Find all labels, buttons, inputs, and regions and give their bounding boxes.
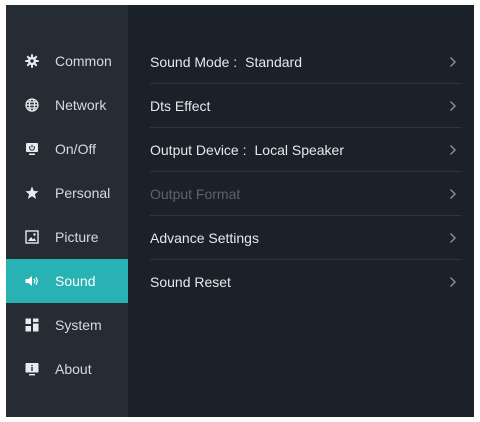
sound-settings-panel: Sound Mode : Standard Dts Effect Output … [128,5,474,417]
row-label: Advance Settings [150,229,259,246]
sidebar-item-common[interactable]: Common [6,39,128,83]
row-label: Output Device : [150,141,247,158]
sidebar-item-sound[interactable]: Sound [6,259,128,303]
row-label: Dts Effect [150,97,211,114]
chevron-right-icon [449,144,457,156]
row-label: Sound Reset [150,273,231,290]
settings-window: Common Network On/Off Personal Picture S… [6,5,474,417]
chevron-right-icon [449,276,457,288]
row-value: Standard [245,53,302,70]
sidebar-item-about[interactable]: About [6,347,128,391]
sidebar-item-label: Picture [55,229,99,245]
globe-icon [25,98,39,112]
chevron-right-icon [449,100,457,112]
sidebar-item-label: About [55,361,92,377]
system-grid-icon [25,318,39,332]
sidebar-item-system[interactable]: System [6,303,128,347]
advance-settings-row[interactable]: Advance Settings [150,216,461,260]
sidebar-item-personal[interactable]: Personal [6,171,128,215]
gear-icon [25,54,39,68]
sidebar-item-label: Personal [55,185,111,201]
chevron-right-icon [449,232,457,244]
info-monitor-icon [25,362,39,376]
output-device-row[interactable]: Output Device : Local Speaker [150,128,461,172]
sidebar-item-label: Sound [55,273,96,289]
speaker-icon [25,274,39,288]
star-icon [25,186,39,200]
sidebar-item-label: System [55,317,102,333]
settings-sidebar: Common Network On/Off Personal Picture S… [6,5,128,417]
picture-icon [25,230,39,244]
dts-effect-row[interactable]: Dts Effect [150,84,461,128]
chevron-right-icon [449,56,457,68]
sidebar-item-label: On/Off [55,141,96,157]
sidebar-item-network[interactable]: Network [6,83,128,127]
sidebar-item-label: Common [55,53,112,69]
row-label: Sound Mode : [150,53,238,70]
output-format-row: Output Format [150,172,461,216]
sound-reset-row[interactable]: Sound Reset [150,260,461,303]
row-label: Output Format [150,185,241,202]
chevron-right-icon [449,188,457,200]
sidebar-item-label: Network [55,97,107,113]
row-value: Local Speaker [254,141,345,158]
sound-mode-row[interactable]: Sound Mode : Standard [150,40,461,84]
sidebar-item-picture[interactable]: Picture [6,215,128,259]
power-monitor-icon [25,142,39,156]
sidebar-item-onoff[interactable]: On/Off [6,127,128,171]
